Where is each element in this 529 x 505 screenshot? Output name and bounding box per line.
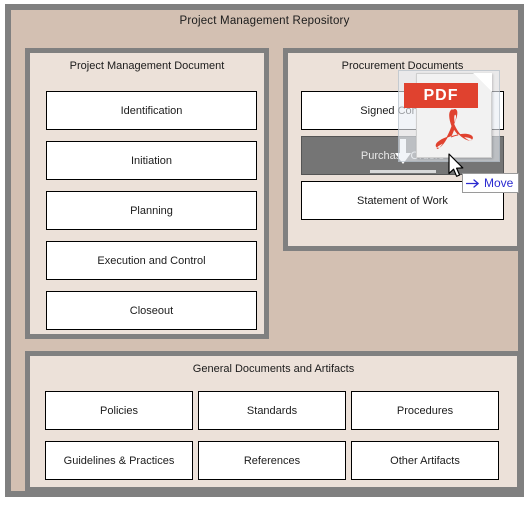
pdf-banner-label: PDF [404, 83, 478, 108]
screenshot-stage: Project Management Repository Project Ma… [0, 0, 529, 505]
tile-closeout[interactable]: Closeout [46, 291, 257, 330]
move-arrow-icon [466, 178, 479, 188]
tile-other-artifacts[interactable]: Other Artifacts [351, 441, 499, 480]
tile-procedures[interactable]: Procedures [351, 391, 499, 430]
tile-standards[interactable]: Standards [198, 391, 346, 430]
panel-general-documents-and-artifacts: General Documents and Artifacts Policies… [25, 351, 522, 492]
tile-guidelines-and-practices[interactable]: Guidelines & Practices [45, 441, 193, 480]
tile-policies[interactable]: Policies [45, 391, 193, 430]
tile-initiation[interactable]: Initiation [46, 141, 257, 180]
tile-execution-and-control[interactable]: Execution and Control [46, 241, 257, 280]
panel-title-project-management-document: Project Management Document [69, 60, 225, 72]
drag-move-tooltip: Move [462, 173, 520, 193]
pdf-file-icon[interactable]: PDF [404, 73, 492, 158]
adobe-acrobat-swirl-icon [435, 109, 473, 149]
tile-identification[interactable]: Identification [46, 91, 257, 130]
repository-title: Project Management Repository [179, 15, 350, 27]
drag-move-tooltip-label: Move [484, 176, 514, 190]
tile-planning[interactable]: Planning [46, 191, 257, 230]
tile-references[interactable]: References [198, 441, 346, 480]
panel-title-general-documents-and-artifacts: General Documents and Artifacts [192, 363, 355, 375]
panel-project-management-document: Project Management Document Identificati… [25, 48, 269, 339]
